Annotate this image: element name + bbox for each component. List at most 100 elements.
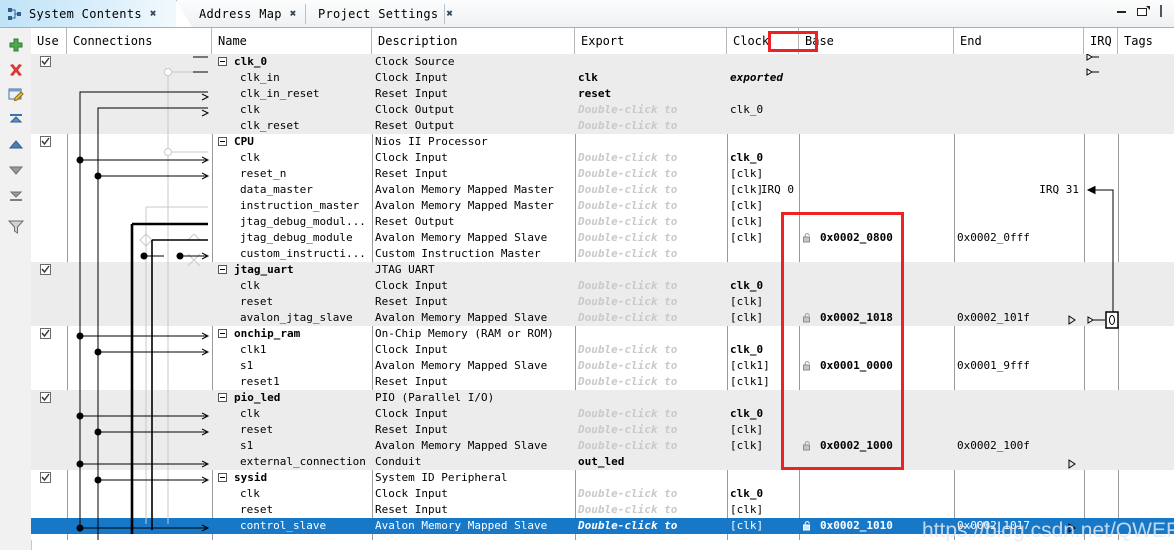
lock-icon[interactable] [803,361,812,371]
column-header-connections[interactable]: Connections [67,28,212,54]
close-icon[interactable]: ✖ [150,7,157,20]
cell-name[interactable]: clk [237,486,372,502]
use-checkbox[interactable] [40,136,51,147]
cell-export[interactable]: out_led [575,454,727,470]
cell-export[interactable]: Double-click to [575,342,727,358]
cell-name[interactable]: clk_in_reset [237,86,372,102]
cell-clock[interactable]: clk_0 [727,278,799,294]
cell-name[interactable]: reset1 [237,374,372,390]
cell-name[interactable]: s1 [237,438,372,454]
cell-name[interactable]: sysid [231,470,372,486]
connections-diagram[interactable] [68,54,213,540]
lock-icon[interactable] [803,313,812,323]
column-header-name[interactable]: Name [212,28,372,54]
cell-description[interactable]: Reset Input [372,86,575,102]
cell-name[interactable]: jtag_uart [231,262,372,278]
cell-export[interactable]: Double-click to [575,198,727,214]
column-header-base[interactable]: Base [799,28,954,54]
cell-description[interactable]: Clock Input [372,70,575,86]
cell-export[interactable]: Double-click to [575,246,727,262]
cell-export[interactable]: Double-click to [575,230,727,246]
move-to-top-button[interactable] [0,107,31,132]
cell-export[interactable]: Double-click to [575,502,727,518]
column-header-irq[interactable]: IRQ [1084,28,1118,54]
cell-clock[interactable]: [clk] [727,166,799,182]
column-header-description[interactable]: Description [372,28,575,54]
expander-collapse-icon[interactable] [218,137,227,146]
cell-clock[interactable]: clk_0 [727,150,799,166]
cell-description[interactable]: Avalon Memory Mapped Master [372,198,575,214]
cell-description[interactable]: PIO (Parallel I/O) [372,390,575,406]
cell-description[interactable]: Reset Input [372,502,575,518]
lock-icon[interactable] [803,521,812,531]
expander-collapse-icon[interactable] [218,265,227,274]
cell-irq-start[interactable]: IRQ 0 [729,182,797,198]
cell-description[interactable]: Clock Input [372,486,575,502]
cell-name[interactable]: onchip_ram [231,326,372,342]
cell-end[interactable]: 0x0001_9fff [954,358,1084,374]
cell-name[interactable]: reset [237,422,372,438]
add-component-button[interactable] [0,32,31,57]
cell-description[interactable]: Clock Input [372,278,575,294]
cell-base[interactable]: 0x0001_0000 [817,358,954,374]
cell-description[interactable]: Avalon Memory Mapped Slave [372,230,575,246]
cell-base[interactable]: 0x0002_1000 [817,438,954,454]
cell-description[interactable]: Avalon Memory Mapped Slave [372,358,575,374]
cell-description[interactable]: Conduit [372,454,575,470]
cell-export[interactable]: Double-click to [575,278,727,294]
maximize-restore-button[interactable] [1137,5,1151,20]
use-checkbox[interactable] [40,328,51,339]
cell-export[interactable]: Double-click to [575,150,727,166]
lock-icon[interactable] [803,233,812,243]
cell-description[interactable]: Reset Output [372,214,575,230]
cell-description[interactable]: Reset Input [372,422,575,438]
cell-name[interactable]: reset_n [237,166,372,182]
close-icon[interactable]: ✖ [446,7,453,20]
cell-name[interactable]: clk_0 [231,54,372,70]
expander-collapse-icon[interactable] [218,57,227,66]
edit-component-button[interactable] [0,82,31,107]
remove-component-button[interactable] [0,57,31,82]
cell-name[interactable]: s1 [237,358,372,374]
cell-description[interactable]: Avalon Memory Mapped Slave [372,310,575,326]
cell-export[interactable]: clk [575,70,727,86]
cell-clock[interactable]: [clk] [727,518,799,534]
close-window-button[interactable] [1160,5,1170,20]
cell-description[interactable]: Reset Input [372,374,575,390]
cell-description[interactable]: Clock Output [372,102,575,118]
cell-description[interactable]: Custom Instruction Master [372,246,575,262]
lock-icon[interactable] [803,441,812,451]
cell-export[interactable]: Double-click to [575,102,727,118]
use-checkbox[interactable] [40,56,51,67]
tab-address-map[interactable]: Address Map ✖ [193,0,303,27]
cell-description[interactable]: Nios II Processor [372,134,575,150]
cell-name[interactable]: clk1 [237,342,372,358]
cell-base[interactable]: 0x0002_0800 [817,230,954,246]
cell-clock[interactable]: [clk] [727,422,799,438]
cell-end[interactable]: 0x0002_0fff [954,230,1084,246]
column-header-end[interactable]: End [954,28,1084,54]
cell-clock[interactable]: clk_0 [727,102,799,118]
column-header-export[interactable]: Export [575,28,727,54]
cell-export[interactable]: Double-click to [575,438,727,454]
use-checkbox[interactable] [40,392,51,403]
cell-description[interactable]: Clock Source [372,54,575,70]
cell-export[interactable]: Double-click to [575,422,727,438]
cell-description[interactable]: Avalon Memory Mapped Slave [372,438,575,454]
cell-export[interactable]: Double-click to [575,518,727,534]
cell-name[interactable]: clk_in [237,70,372,86]
cell-base[interactable]: 0x0002_1018 [817,310,954,326]
cell-export[interactable]: Double-click to [575,182,727,198]
minimize-button[interactable] [1116,5,1128,20]
cell-clock[interactable]: [clk] [727,310,799,326]
cell-clock[interactable]: [clk] [727,502,799,518]
cell-export[interactable]: reset [575,86,727,102]
close-icon[interactable]: ✖ [290,7,297,20]
cell-export[interactable]: Double-click to [575,486,727,502]
cell-export[interactable]: Double-click to [575,166,727,182]
use-checkbox[interactable] [40,264,51,275]
cell-description[interactable]: Reset Input [372,294,575,310]
cell-description[interactable]: Clock Input [372,150,575,166]
cell-name[interactable]: clk [237,150,372,166]
cell-export[interactable]: Double-click to [575,118,727,134]
